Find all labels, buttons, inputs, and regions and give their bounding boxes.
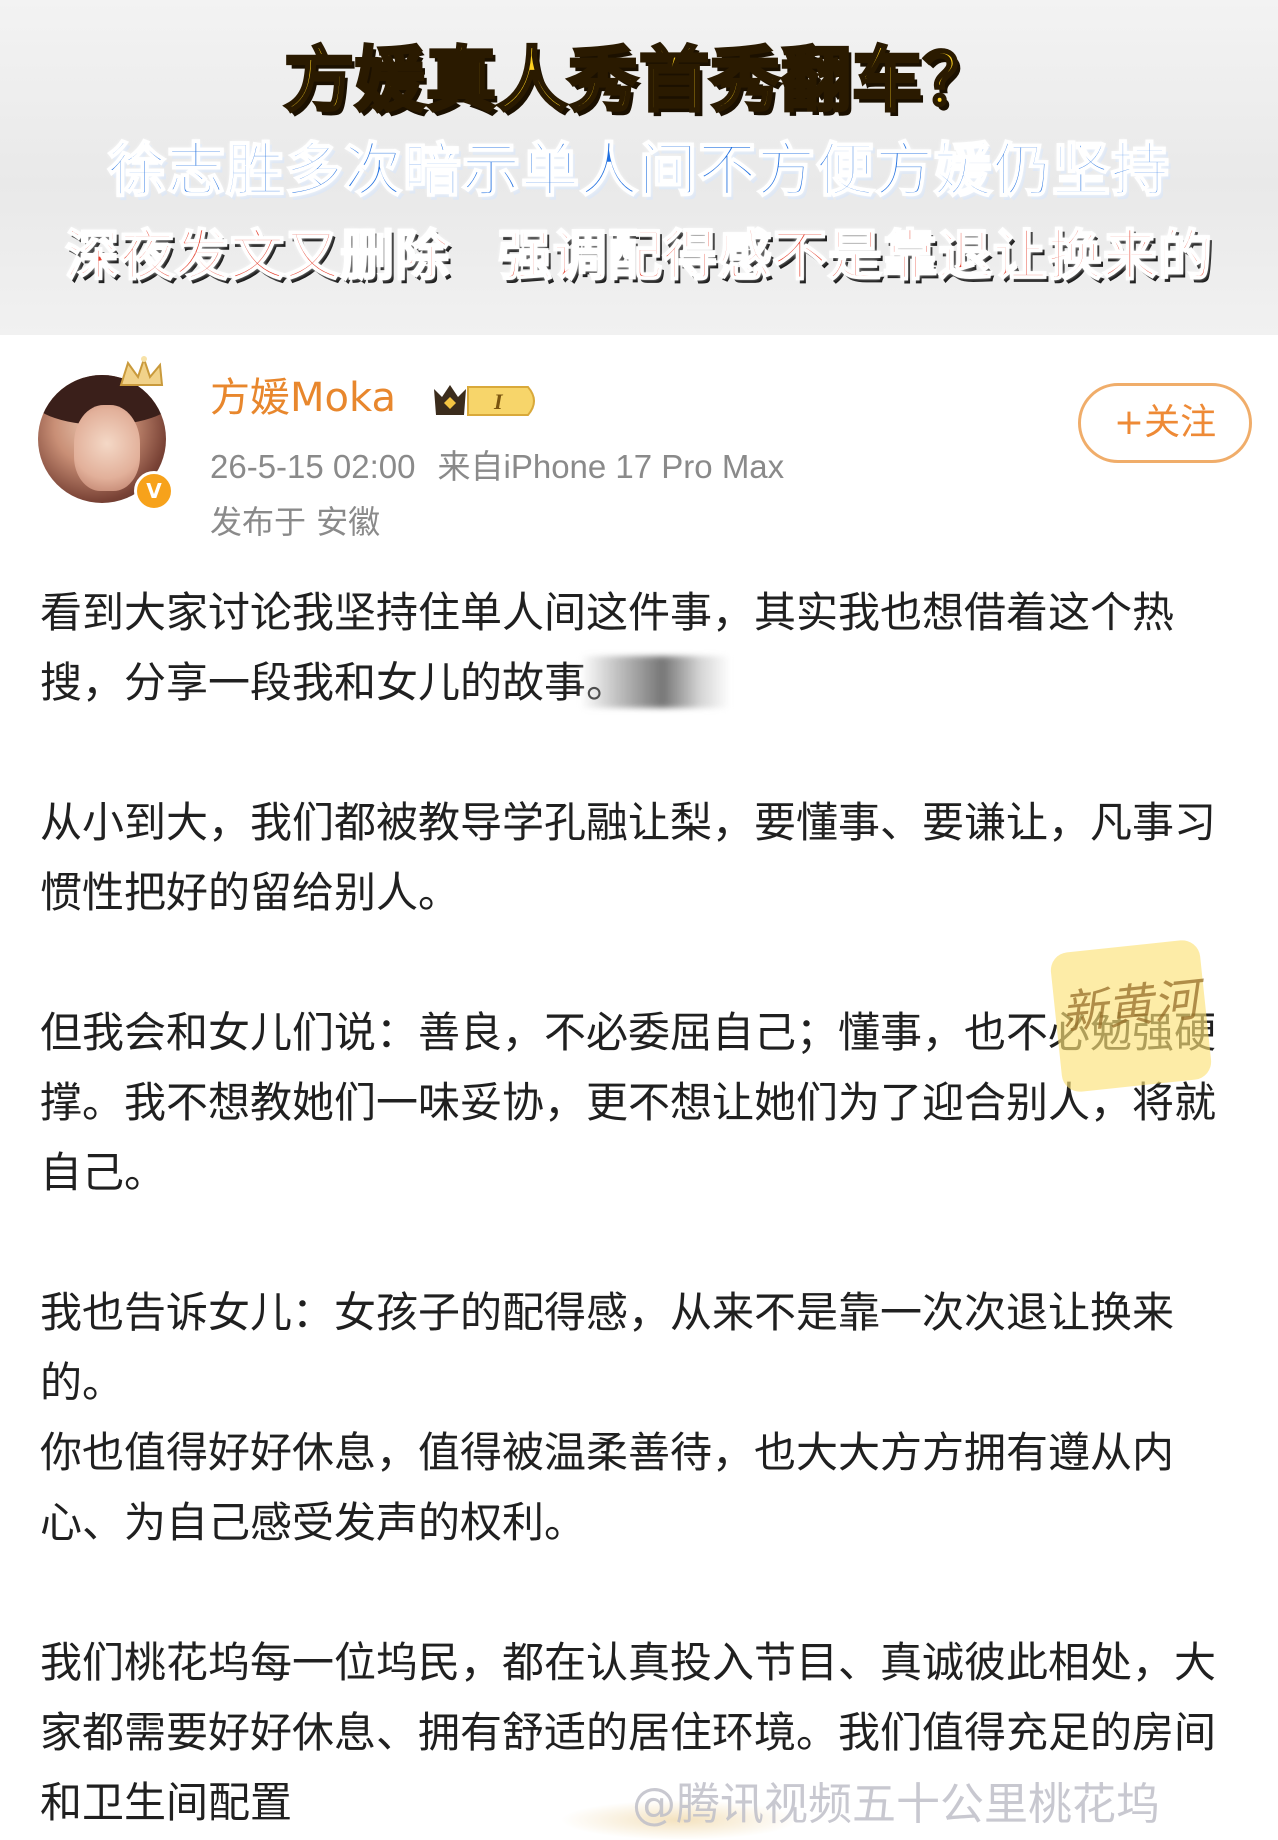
post-location: 发布于 安徽	[210, 503, 381, 541]
post-paragraph: 你也值得好好休息，值得被温柔善待，也大大方方拥有遵从内心、为自己感受发声的权利。	[40, 1428, 1175, 1547]
headline-banner: 方媛真人秀首秀翻车？ 徐志胜多次暗示单人间不方便方媛仍坚持 深夜发文又删除 强调…	[0, 0, 1278, 335]
follow-button[interactable]: +关注	[1078, 383, 1252, 463]
verified-badge-icon: V	[134, 471, 174, 511]
headline-tagline: 深夜发文又删除 强调配得感不是靠退让换来的	[64, 223, 1213, 288]
avatar[interactable]: V	[38, 355, 178, 511]
username[interactable]: 方媛Moka	[210, 373, 396, 423]
post-header: V 方媛Moka I 26-5-15 02:00 来自iPhone 17 Pro …	[0, 335, 1278, 550]
vip-level: I	[493, 389, 504, 414]
post-paragraph: 从小到大，我们都被教导学孔融让梨，要懂事、要谦让，凡事习惯性把好的留给别人。	[40, 798, 1217, 917]
headline-subtitle: 徐志胜多次暗示单人间不方便方媛仍坚持	[107, 135, 1170, 205]
post-paragraph: 我也告诉女儿：女孩子的配得感，从来不是靠一次次退让换来的。	[40, 1288, 1175, 1407]
vip-crown-badge-icon: I	[434, 385, 535, 416]
post-body: 看到大家讨论我坚持住单人间这件事，其实我也想借着这个热搜，分享一段我和女儿的故事…	[40, 578, 1250, 1838]
post-meta: 26-5-15 02:00 来自iPhone 17 Pro Max	[210, 447, 784, 487]
avatar-crown-icon	[119, 355, 164, 386]
post-source: 来自iPhone 17 Pro Max	[437, 448, 785, 485]
post-timestamp: 26-5-15 02:00	[210, 448, 416, 485]
blur-mask	[580, 656, 730, 708]
watermark-logo: 新黄河	[1049, 938, 1213, 1094]
mention-link[interactable]: @腾讯视频五十公里桃花坞	[632, 1778, 1160, 1832]
headline-title: 方媛真人秀首秀翻车？	[283, 38, 995, 123]
